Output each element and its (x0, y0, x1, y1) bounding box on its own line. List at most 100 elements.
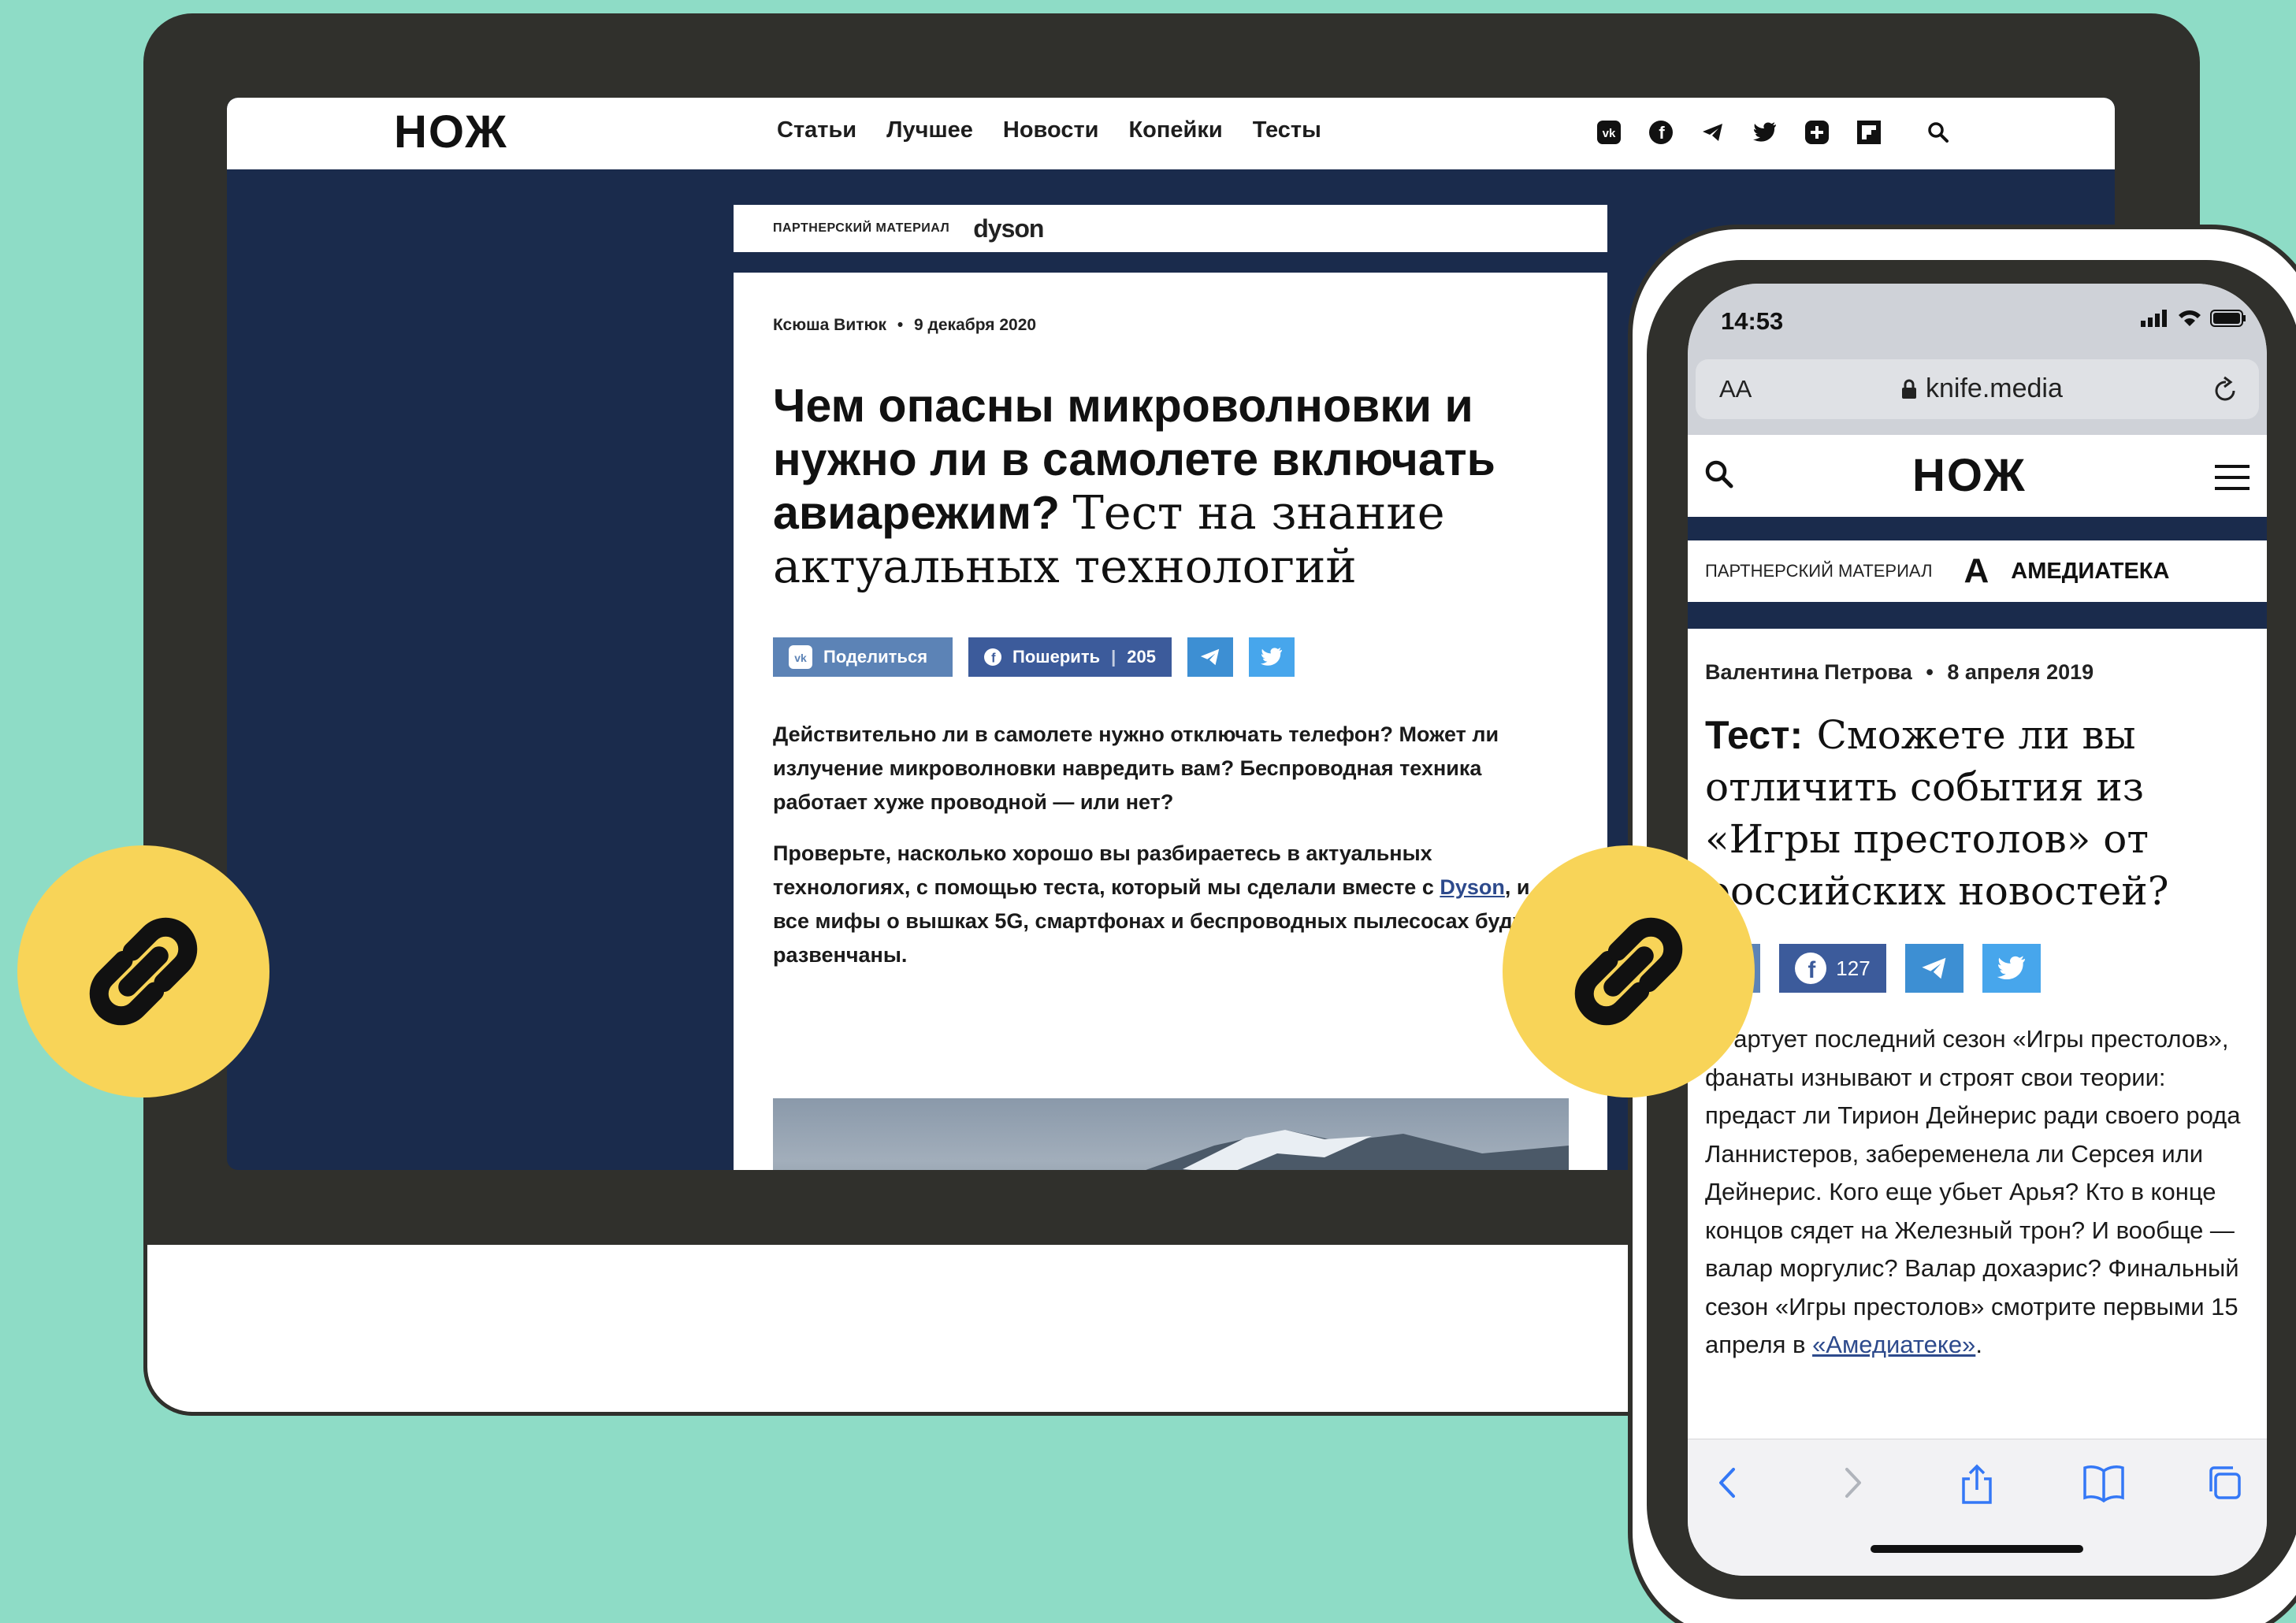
top-nav: Статьи Лучшее Новости Копейки Тесты (777, 117, 1321, 143)
facebook-icon: f (984, 648, 1002, 667)
vk-share-button[interactable]: vk Поделиться (773, 637, 953, 677)
article-card: Ксюша Витюк • 9 декабря 2020 Чем опасны … (734, 273, 1607, 1170)
nav-item-tests[interactable]: Тесты (1253, 117, 1321, 143)
mobile-body-before: Стартует последний сезон «Игры престолов… (1705, 1025, 2241, 1358)
mobile-navy-band (1688, 517, 2267, 540)
article-photo (773, 1098, 1569, 1170)
partner-strip: ПАРТНЕРСКИЙ МАТЕРИАЛ dyson (734, 205, 1607, 252)
reader-aa-button[interactable]: AA (1719, 375, 1752, 403)
article-meta: Ксюша Витюк • 9 декабря 2020 (773, 316, 1036, 335)
address-field[interactable]: AA knife.media (1696, 359, 2259, 419)
link-icon (89, 917, 198, 1026)
link-badge-right (1503, 845, 1755, 1097)
amediateka-letter: А (1963, 552, 1989, 590)
svg-text:vk: vk (794, 652, 807, 664)
browser-url-bar: AA knife.media (1688, 359, 2267, 435)
reload-icon[interactable] (2212, 373, 2240, 405)
wifi-icon (2179, 310, 2201, 326)
vk-icon[interactable]: vk (1595, 118, 1623, 147)
mobile-navy-band-2 (1688, 602, 2267, 629)
battery-icon (2210, 310, 2246, 327)
mobile-site-logo[interactable]: НОЖ (1912, 449, 2027, 502)
lock-icon (1902, 379, 1916, 399)
search-icon[interactable] (1924, 118, 1952, 147)
tabs-icon[interactable] (2205, 1463, 2244, 1502)
telegram-share-button[interactable] (1187, 637, 1233, 677)
vk-share-label: Поделиться (823, 647, 928, 667)
twitter-share-button[interactable] (1249, 637, 1295, 677)
safari-toolbar (1688, 1439, 2267, 1576)
mobile-facebook-share-button[interactable]: f 127 (1779, 944, 1886, 993)
url-display: knife.media (1900, 373, 2063, 404)
article-headline: Чем опасны микроволновки и нужно ли в са… (773, 379, 1585, 593)
telegram-icon (1200, 648, 1220, 666)
bookmarks-icon[interactable] (2082, 1463, 2126, 1502)
twitter-icon (1997, 956, 2025, 980)
signal-icon (2141, 310, 2167, 327)
link-icon (1574, 917, 1683, 1026)
hamburger-menu-icon[interactable] (2215, 463, 2250, 492)
link-badge-left (17, 845, 269, 1097)
nav-item-kopeyki[interactable]: Копейки (1128, 117, 1222, 143)
search-icon[interactable] (1703, 459, 1735, 490)
mobile-headline-bold: Тест: (1705, 713, 1804, 757)
amediateka-logo[interactable]: А АМЕДИАТЕКА (1964, 552, 2170, 591)
site-header: НОЖ Статьи Лучшее Новости Копейки Тесты … (227, 98, 2115, 169)
partner-label: ПАРТНЕРСКИЙ МАТЕРИАЛ (773, 221, 950, 235)
vk-icon: vk (789, 645, 812, 669)
dyson-logo[interactable]: dyson (973, 214, 1044, 243)
url-text: knife.media (1926, 373, 2063, 403)
svg-text:f: f (1808, 957, 1816, 983)
mobile-author[interactable]: Валентина Петрова (1705, 660, 1912, 684)
facebook-share-button[interactable]: f Пошерить | 205 (968, 637, 1172, 677)
publish-date: 9 декабря 2020 (914, 316, 1037, 334)
home-indicator (1871, 1545, 2083, 1553)
facebook-icon: f (1795, 953, 1827, 984)
mobile-twitter-share-button[interactable] (1982, 944, 2041, 993)
status-bar: 14:53 (1688, 284, 2267, 359)
mobile-headline: Тест: Сможете ли вы отличить события из … (1705, 709, 2257, 917)
facebook-share-count: 205 (1127, 647, 1156, 667)
mobile-partner-strip: ПАРТНЕРСКИЙ МАТЕРИАЛ А АМЕДИАТЕКА (1688, 540, 2267, 602)
twitter-icon (1261, 647, 1282, 666)
mobile-article-body: Стартует последний сезон «Игры престолов… (1705, 1020, 2257, 1365)
dyson-link[interactable]: Dyson (1440, 875, 1505, 899)
mobile-partner-label: ПАРТНЕРСКИЙ МАТЕРИАЛ (1705, 561, 1933, 581)
share-separator: | (1111, 647, 1116, 667)
mobile-share-buttons: f 127 (1705, 944, 2041, 993)
social-links: vk f (1595, 118, 1952, 147)
svg-text:f: f (991, 652, 996, 666)
forward-icon[interactable] (1837, 1463, 1869, 1502)
article-lead: Действительно ли в самолете нужно отключ… (773, 722, 1499, 814)
site-logo[interactable]: НОЖ (394, 106, 508, 158)
para2-before: Проверьте, насколько хорошо вы разбирает… (773, 841, 1440, 899)
flipboard-icon[interactable] (1855, 118, 1883, 147)
mobile-date: 8 апреля 2019 (1947, 660, 2094, 684)
mobile-facebook-count: 127 (1836, 956, 1871, 980)
nav-item-articles[interactable]: Статьи (777, 117, 856, 143)
mobile-site-header: НОЖ (1688, 435, 2267, 517)
status-icons (2141, 309, 2246, 328)
author-name[interactable]: Ксюша Витюк (773, 316, 886, 334)
status-time: 14:53 (1721, 307, 1784, 335)
share-buttons: vk Поделиться f Пошерить | 205 (773, 637, 1295, 677)
twitter-icon[interactable] (1751, 118, 1779, 147)
amediateka-name: АМЕДИАТЕКА (2011, 558, 2170, 584)
mobile-body-after: . (1975, 1331, 1982, 1358)
article-paragraph: Проверьте, насколько хорошо вы разбирает… (773, 837, 1569, 972)
back-icon[interactable] (1711, 1463, 1743, 1502)
nav-item-best[interactable]: Лучшее (886, 117, 973, 143)
telegram-icon[interactable] (1699, 118, 1727, 147)
amediateka-link[interactable]: «Амедиатеке» (1812, 1331, 1975, 1358)
mobile-telegram-share-button[interactable] (1905, 944, 1963, 993)
telegram-icon (1922, 957, 1946, 979)
svg-text:f: f (1659, 123, 1665, 143)
nav-item-news[interactable]: Новости (1003, 117, 1099, 143)
svg-text:vk: vk (1603, 127, 1616, 140)
meta-dot: • (897, 316, 904, 334)
phone-screen: 14:53 AA knife.media НОЖ ПАРТНЕРСКИЙ МАТ… (1688, 284, 2267, 1576)
share-icon[interactable] (1957, 1463, 1997, 1506)
facebook-icon[interactable]: f (1647, 118, 1675, 147)
mobile-article-meta: Валентина Петрова • 8 апреля 2019 (1705, 660, 2094, 685)
plus-icon[interactable] (1803, 118, 1831, 147)
